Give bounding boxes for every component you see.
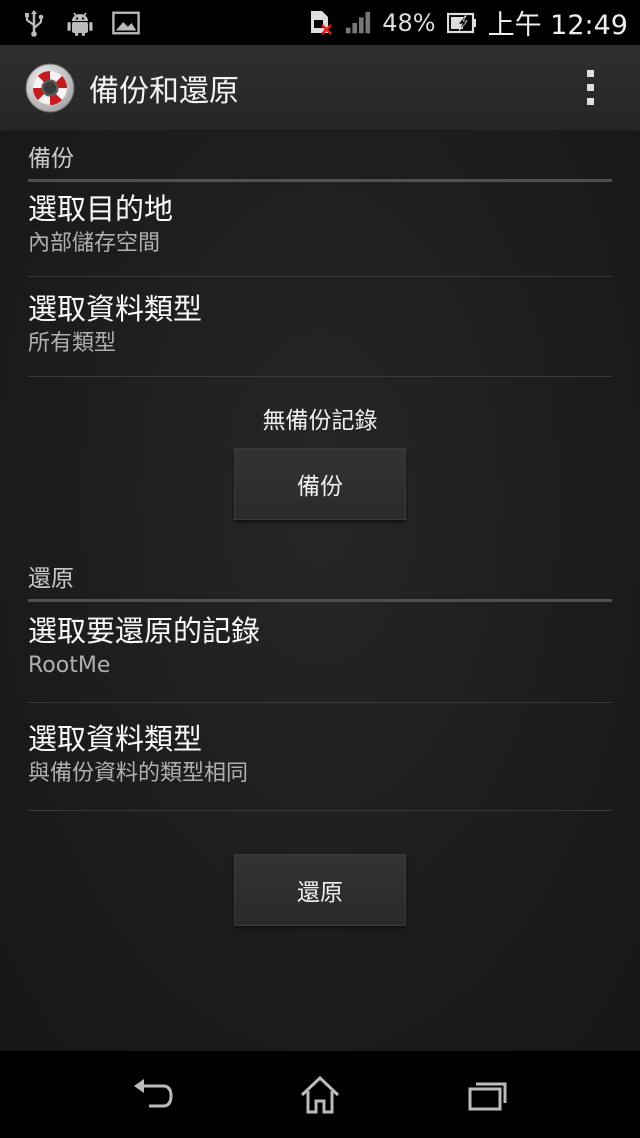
backup-data-type-item[interactable]: 選取資料類型 所有類型: [28, 291, 612, 377]
navigation-bar: [0, 1051, 640, 1138]
image-icon: [112, 9, 140, 37]
restore-button[interactable]: 還原: [234, 854, 406, 926]
action-bar: 備份和還原: [0, 45, 640, 131]
notification-icons: [0, 9, 140, 37]
backup-button[interactable]: 備份: [234, 448, 406, 520]
sim-error-icon: [306, 9, 334, 37]
overflow-menu-icon[interactable]: [575, 63, 605, 113]
backup-data-type-summary: 所有類型: [28, 331, 117, 356]
settings-list: 備份 選取目的地 內部儲存空間 選取資料類型 所有類型 無備份記錄 備份 還原 …: [0, 131, 640, 1051]
restore-data-type-title: 選取資料類型: [28, 722, 203, 756]
choose-restore-record-item[interactable]: 選取要還原的記錄 RootMe: [28, 613, 612, 703]
android-debug-icon: [66, 9, 94, 37]
signal-icon: [344, 9, 372, 37]
battery-charging-icon: [446, 9, 478, 37]
clock: 上午 12:49: [487, 10, 628, 41]
choose-destination-item[interactable]: 選取目的地 內部儲存空間: [28, 191, 612, 277]
battery-percent: 48%: [382, 8, 436, 37]
restore-section-header: 還原: [28, 559, 612, 602]
recent-apps-icon[interactable]: [457, 1065, 517, 1125]
choose-restore-record-summary: RootMe: [28, 653, 111, 678]
backup-status-text: 無備份記錄: [262, 408, 378, 434]
usb-icon: [20, 9, 48, 37]
backup-section-header: 備份: [28, 139, 612, 182]
choose-destination-summary: 內部儲存空間: [28, 231, 161, 256]
home-icon[interactable]: [290, 1065, 350, 1125]
restore-data-type-item[interactable]: 選取資料類型 與備份資料的類型相同: [28, 721, 612, 811]
system-status: 48% 上午 12:49: [306, 3, 640, 42]
backup-data-type-title: 選取資料類型: [28, 292, 203, 326]
page-title: 備份和還原: [89, 73, 239, 109]
restore-data-type-summary: 與備份資料的類型相同: [28, 761, 249, 786]
choose-destination-title: 選取目的地: [28, 192, 174, 226]
status-bar: 48% 上午 12:49: [0, 0, 640, 45]
lifebuoy-app-icon[interactable]: [25, 63, 75, 113]
back-icon[interactable]: [123, 1065, 183, 1125]
choose-restore-record-title: 選取要還原的記錄: [28, 614, 261, 648]
